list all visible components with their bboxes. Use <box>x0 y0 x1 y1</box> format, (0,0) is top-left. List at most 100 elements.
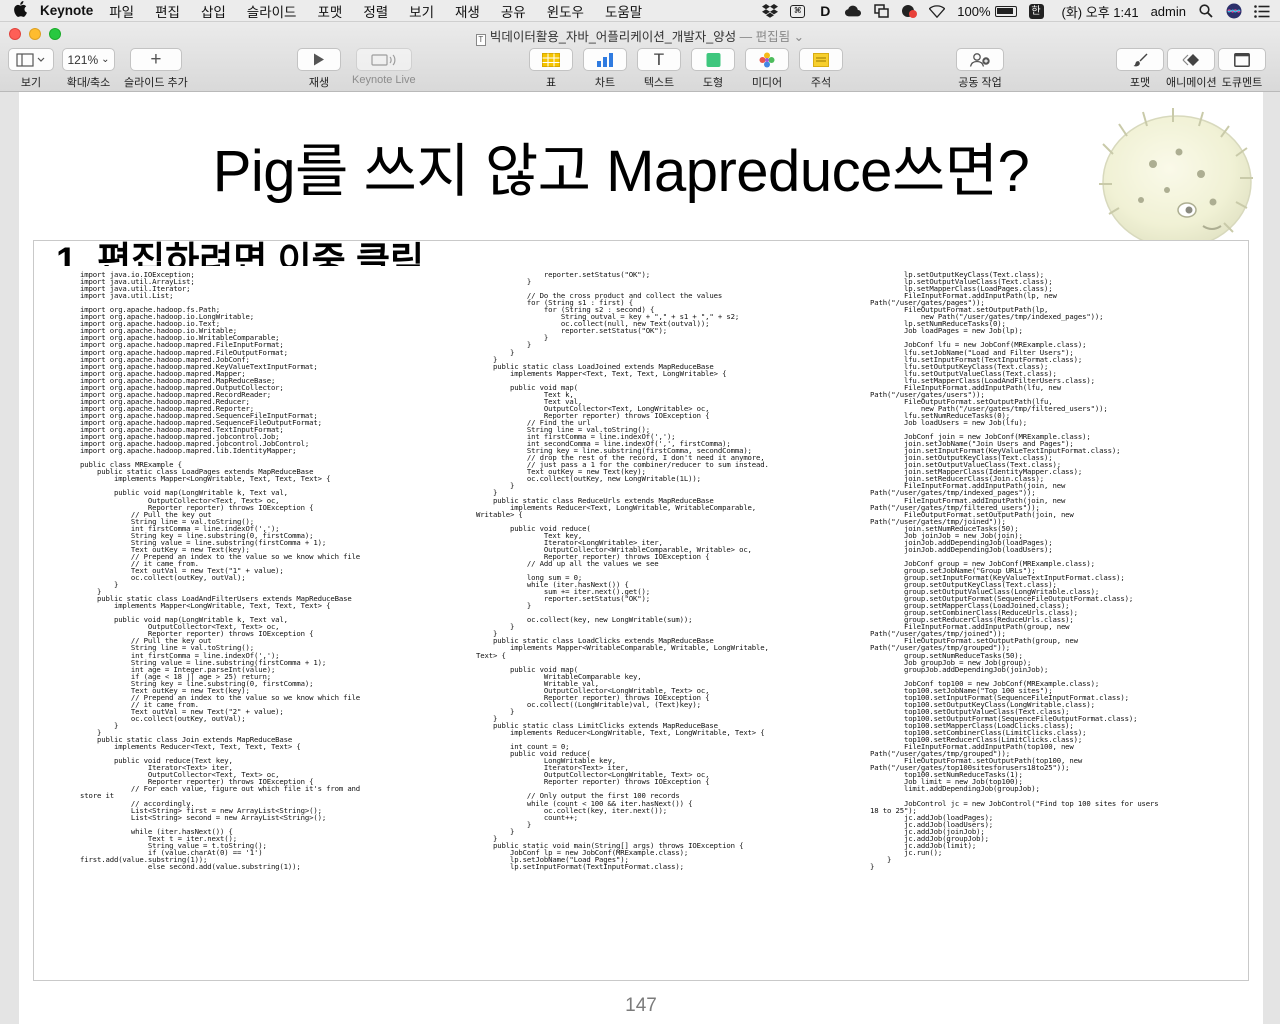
chevron-down-icon[interactable]: ⌄ <box>794 30 804 44</box>
menu-slide[interactable]: 슬라이드 <box>247 1 297 21</box>
format-button[interactable] <box>1116 48 1164 71</box>
battery-percent: 100% <box>957 3 991 19</box>
slide-body-textbox[interactable]: 1. 편집하려면 이중 클릭 import java.io.IOExceptio… <box>33 240 1249 981</box>
toolbar-comment[interactable]: 주석 <box>799 48 843 90</box>
toolbar-chart[interactable]: 차트 <box>583 48 627 90</box>
add-slide-label: 슬라이드 추가 <box>124 77 188 89</box>
menu-help[interactable]: 도움말 <box>605 1 642 21</box>
shape-button[interactable] <box>691 48 735 71</box>
view-sidebar-icon <box>16 52 45 67</box>
document-button[interactable] <box>1218 48 1266 71</box>
keynote-live-label: Keynote Live <box>352 74 416 86</box>
zoom-select[interactable]: 121% ⌄ <box>62 48 115 71</box>
collaborate-button[interactable] <box>956 48 1004 71</box>
text-label: 텍스트 <box>643 77 675 89</box>
code-column-2: reporter.setStatus("OK"); } // Do the cr… <box>476 270 769 871</box>
play-button[interactable] <box>297 48 341 71</box>
chart-button[interactable] <box>583 48 627 71</box>
code-column-3: lp.setOutputKeyClass(Text.class); lp.set… <box>870 270 1159 871</box>
zoom-label: 확대/축소 <box>66 77 111 89</box>
toolbar-keynote-live[interactable]: Keynote Live <box>352 48 416 86</box>
battery-icon <box>994 5 1017 17</box>
add-slide-button[interactable]: + <box>129 48 182 71</box>
keynote-live-button[interactable] <box>355 48 412 71</box>
photos-icon <box>759 52 775 67</box>
code-column-1: import java.io.IOException; import java.… <box>80 270 361 871</box>
toolbar-play[interactable]: 재생 <box>297 48 341 90</box>
document-panel-icon <box>1234 52 1250 67</box>
toolbar-media[interactable]: 미디어 <box>745 48 789 90</box>
play-icon <box>314 53 324 66</box>
menu-bar: Keynote 파일 편집 삽입 슬라이드 포맷 정렬 보기 재생 공유 윈도우… <box>0 0 1280 22</box>
document-name: 빅데이터활용_자바_어플리케이션_개발자_양성 <box>489 30 737 44</box>
toolbar-animate[interactable]: 애니메이션 <box>1166 48 1217 90</box>
slide-title[interactable]: Pig를 쓰지 않고 Mapreduce쓰면? <box>19 124 1263 208</box>
collaborate-person-icon <box>969 52 990 67</box>
app-name-menu[interactable]: Keynote <box>40 3 93 18</box>
document-title[interactable]: T 빅데이터활용_자바_어플리케이션_개발자_양성 — 편집됨 ⌄ <box>0 26 1280 46</box>
comment-note-icon <box>813 52 829 67</box>
text-button[interactable]: T <box>637 48 681 71</box>
apple-menu-icon[interactable] <box>0 0 40 21</box>
dropbox-icon[interactable] <box>762 4 779 18</box>
comment-label: 주석 <box>810 77 832 89</box>
animate-label: 애니메이션 <box>1166 77 1217 89</box>
view-button[interactable] <box>8 48 54 71</box>
menu-view[interactable]: 보기 <box>409 1 434 21</box>
slide[interactable]: Pig를 쓰지 않고 Mapreduce쓰면? 1. 편집하려면 이중 클릭 i… <box>19 92 1263 1024</box>
keynote-live-icon <box>371 53 396 66</box>
animate-button[interactable] <box>1167 48 1216 71</box>
media-button[interactable] <box>745 48 789 71</box>
toolbar-zoom[interactable]: 121% ⌄ 확대/축소 <box>62 48 115 90</box>
battery-indicator[interactable]: 100% <box>957 3 1017 19</box>
media-label: 미디어 <box>751 77 783 89</box>
menubar-user[interactable]: admin <box>1151 4 1186 19</box>
toolbar-format[interactable]: 포맷 <box>1116 48 1164 90</box>
toolbar-add-slide[interactable]: + 슬라이드 추가 <box>124 48 188 90</box>
collaborate-label: 공동 작업 <box>958 77 1002 89</box>
toolbar-table[interactable]: 표 <box>529 48 573 90</box>
table-label: 표 <box>545 77 557 89</box>
cloud-icon[interactable] <box>845 4 862 18</box>
toolbar-collaborate[interactable]: 공동 작업 <box>956 48 1004 90</box>
plus-icon: + <box>150 48 162 70</box>
chart-label: 차트 <box>594 77 616 89</box>
document-label: 도큐멘트 <box>1221 77 1263 89</box>
wifi-icon[interactable] <box>929 4 946 18</box>
vertical-scrollbar[interactable] <box>1266 92 1278 1024</box>
notification-center-icon[interactable] <box>1254 4 1270 18</box>
menu-share[interactable]: 공유 <box>501 1 526 21</box>
toolbar-view[interactable]: 보기 <box>8 48 54 90</box>
toolbar-text[interactable]: T 텍스트 <box>637 48 681 90</box>
notification-badge-icon[interactable] <box>901 4 918 18</box>
menu-window[interactable]: 윈도우 <box>547 1 584 21</box>
input-source-badge[interactable]: 한 <box>1028 3 1044 19</box>
menu-edit[interactable]: 편집 <box>155 1 180 21</box>
shape-label: 도형 <box>702 77 724 89</box>
toolbar-shape[interactable]: 도형 <box>691 48 735 90</box>
menu-file[interactable]: 파일 <box>109 1 134 21</box>
paintbrush-icon <box>1133 53 1148 66</box>
menu-insert[interactable]: 삽입 <box>201 1 226 21</box>
slide-bullet-placeholder[interactable]: 1. 편집하려면 이중 클릭 <box>56 241 424 266</box>
text-t-icon: T <box>653 49 665 69</box>
table-button[interactable] <box>529 48 573 71</box>
menu-format[interactable]: 포맷 <box>317 1 342 21</box>
keynote-document-icon: T <box>475 34 486 46</box>
toolbar-document[interactable]: 도큐멘트 <box>1218 48 1266 90</box>
comment-button[interactable] <box>799 48 843 71</box>
menu-arrange[interactable]: 정렬 <box>363 1 388 21</box>
siri-icon[interactable] <box>1226 3 1242 19</box>
d-app-icon[interactable]: D <box>817 3 833 19</box>
format-label: 포맷 <box>1129 77 1151 89</box>
menu-play[interactable]: 재생 <box>455 1 480 21</box>
slide-canvas-area[interactable]: Pig를 쓰지 않고 Mapreduce쓰면? 1. 편집하려면 이중 클릭 i… <box>0 92 1280 1024</box>
spotlight-search-icon[interactable] <box>1198 4 1214 18</box>
window-copy-icon[interactable] <box>873 4 889 18</box>
animation-diamond-icon <box>1182 53 1200 66</box>
command-icon[interactable]: ⌘ <box>790 4 806 18</box>
menubar-clock[interactable]: (화) 오후 1:41 <box>1062 2 1139 21</box>
pufferfish-mascot-icon[interactable] <box>1083 104 1259 254</box>
document-state: — 편집됨 <box>739 30 791 44</box>
slide-page-number: 147 <box>625 995 657 1016</box>
